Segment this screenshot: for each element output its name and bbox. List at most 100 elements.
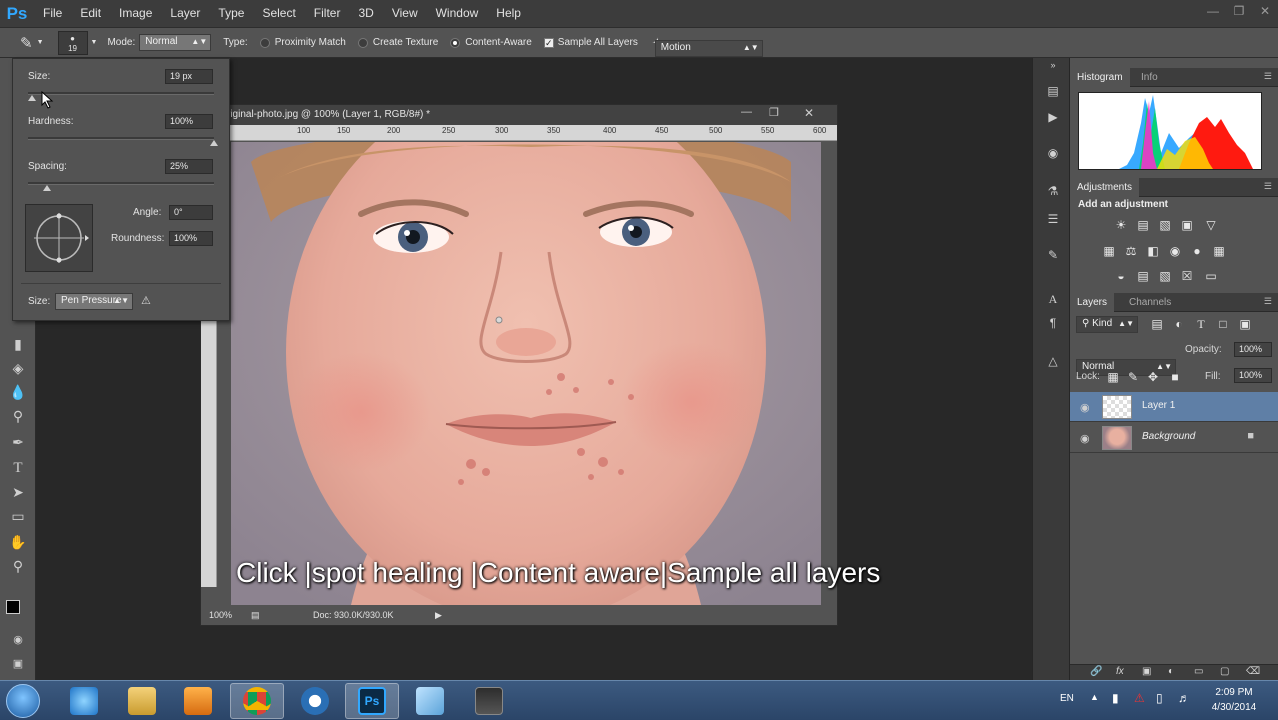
volume-icon[interactable]: ♬ (1178, 691, 1190, 705)
tab-info[interactable]: Info (1134, 68, 1165, 87)
link-layers-icon[interactable]: 🔗 (1090, 666, 1102, 677)
menu-window[interactable]: Window (427, 0, 488, 27)
brush-presets-icon[interactable]: ◉ (1045, 146, 1061, 162)
hardness-slider-thumb[interactable] (210, 140, 218, 146)
chevron-down-icon[interactable]: ▼ (91, 39, 98, 46)
workspace-select[interactable]: Motion ▲▼ (654, 40, 763, 57)
blur-tool-icon[interactable]: 💧 (8, 382, 28, 402)
angle-field[interactable]: 0° (169, 205, 213, 220)
battery-icon[interactable]: ▯ (1156, 691, 1163, 705)
history-icon[interactable]: ▤ (1045, 84, 1061, 100)
tray-expand-icon[interactable]: ▲ (1090, 692, 1099, 702)
filter-shape-icon[interactable]: □ (1216, 317, 1230, 331)
tab-channels[interactable]: Channels (1122, 293, 1178, 312)
color-lookup-icon[interactable]: ▦ (1212, 244, 1226, 258)
photo-filter-icon[interactable]: ◉ (1168, 244, 1182, 258)
taskbar-chrome[interactable] (230, 683, 284, 719)
menu-file[interactable]: File (34, 0, 71, 27)
menu-edit[interactable]: Edit (71, 0, 110, 27)
security-icon[interactable]: ⚠ (1134, 691, 1145, 705)
layer-filter-select[interactable]: ⚲ Kind ▲▼ (1076, 316, 1138, 333)
proximity-match-radio[interactable] (259, 37, 270, 48)
taskbar-file-explorer[interactable] (115, 683, 169, 719)
filter-type-icon[interactable]: T (1194, 317, 1208, 331)
visibility-eye-icon[interactable]: ◉ (1080, 432, 1090, 445)
clock[interactable]: 2:09 PM 4/30/2014 (1204, 685, 1264, 715)
visibility-eye-icon[interactable]: ◉ (1080, 401, 1090, 414)
spot-healing-brush-icon[interactable]: ✎ (20, 34, 33, 52)
taskbar-tool[interactable] (462, 683, 516, 719)
pen-tool-icon[interactable]: ✒ (8, 432, 28, 452)
start-button[interactable] (6, 684, 40, 718)
image-canvas[interactable] (231, 142, 821, 605)
gradient-map-icon[interactable]: ▭ (1204, 269, 1218, 283)
hardness-field[interactable]: 100% (165, 114, 213, 129)
menu-image[interactable]: Image (110, 0, 161, 27)
taskbar-internet-explorer[interactable] (57, 683, 111, 719)
size-slider[interactable] (28, 92, 214, 95)
layer-style-icon[interactable]: fx (1116, 666, 1124, 677)
black-white-icon[interactable]: ◧ (1146, 244, 1160, 258)
lock-all-icon[interactable]: ■ (1168, 370, 1182, 384)
size-field[interactable]: 19 px (165, 69, 213, 84)
content-aware-radio[interactable] (450, 37, 461, 48)
panel-menu-icon[interactable]: ☰ (1264, 296, 1272, 307)
hue-saturation-icon[interactable]: ▦ (1102, 244, 1116, 258)
taskbar-app[interactable] (288, 683, 342, 719)
paint-bucket-tool-icon[interactable]: ◈ (8, 358, 28, 378)
levels-icon[interactable]: ▤ (1136, 218, 1150, 232)
paragraph-icon[interactable]: ¶ (1045, 316, 1061, 332)
collapse-icon[interactable]: » (1045, 60, 1061, 76)
add-mask-icon[interactable]: ▣ (1142, 666, 1151, 677)
type-tool-icon[interactable]: T (8, 458, 28, 478)
roundness-field[interactable]: 100% (169, 231, 213, 246)
dodge-tool-icon[interactable]: ⚲ (8, 406, 28, 426)
menu-type[interactable]: Type (209, 0, 253, 27)
delete-layer-icon[interactable]: ⌫ (1246, 666, 1260, 677)
restore-icon[interactable]: ❐ (1226, 0, 1252, 22)
spacing-slider[interactable] (28, 182, 214, 185)
vibrance-icon[interactable]: ▽ (1204, 218, 1218, 232)
lock-transparent-icon[interactable]: ▦ (1106, 370, 1120, 384)
minimize-icon[interactable]: — (1200, 0, 1226, 22)
panel-menu-icon[interactable]: ☰ (1264, 181, 1272, 192)
menu-layer[interactable]: Layer (161, 0, 209, 27)
doc-close-icon[interactable]: ✕ (804, 106, 814, 120)
taskbar-notes[interactable] (403, 683, 457, 719)
screen-mode-icon[interactable]: ▣ (8, 654, 28, 674)
hardness-slider[interactable] (28, 137, 214, 140)
fill-field[interactable]: 100% (1234, 368, 1272, 383)
lock-position-icon[interactable]: ✥ (1146, 370, 1160, 384)
clone-source-icon[interactable]: ⚗ (1045, 184, 1061, 200)
taskbar-media-player[interactable] (171, 683, 225, 719)
brush-preset-picker[interactable]: ● 19 (57, 30, 88, 55)
zoom-level[interactable]: 100% (209, 605, 232, 625)
menu-help[interactable]: Help (487, 0, 530, 27)
taskbar-photoshop[interactable]: Ps (345, 683, 399, 719)
layer-row-layer-1[interactable]: ◉ Layer 1 (1070, 392, 1278, 422)
brush-angle-preview[interactable] (25, 204, 93, 272)
menu-filter[interactable]: Filter (305, 0, 350, 27)
zoom-tool-icon[interactable]: ⚲ (8, 556, 28, 576)
size-slider-thumb[interactable] (27, 95, 36, 101)
network-icon[interactable]: ▮ (1112, 691, 1119, 705)
actions-icon[interactable]: ▶ (1045, 110, 1061, 126)
language-indicator[interactable]: EN (1060, 693, 1074, 704)
panel-menu-icon[interactable]: ☰ (1264, 71, 1272, 82)
character-icon[interactable]: A (1045, 292, 1061, 308)
tab-histogram[interactable]: Histogram (1070, 68, 1130, 87)
rectangle-tool-icon[interactable]: ▭ (8, 506, 28, 526)
layer-row-background[interactable]: ◉ Background ■ (1070, 423, 1278, 453)
filter-smart-object-icon[interactable]: ▣ (1238, 317, 1252, 331)
filter-adjustment-icon[interactable]: ◐ (1172, 317, 1186, 331)
selective-color-icon[interactable]: ☒ (1180, 269, 1194, 283)
path-selection-tool-icon[interactable]: ➤ (8, 482, 28, 502)
quick-mask-icon[interactable]: ◉ (8, 630, 28, 650)
menu-view[interactable]: View (383, 0, 427, 27)
tab-adjustments[interactable]: Adjustments (1070, 178, 1140, 197)
curves-icon[interactable]: ▧ (1158, 218, 1172, 232)
tab-layers[interactable]: Layers (1070, 293, 1115, 312)
foreground-color-swatch[interactable] (6, 600, 20, 614)
spacing-field[interactable]: 25% (165, 159, 213, 174)
new-layer-icon[interactable]: ▢ (1220, 666, 1229, 677)
